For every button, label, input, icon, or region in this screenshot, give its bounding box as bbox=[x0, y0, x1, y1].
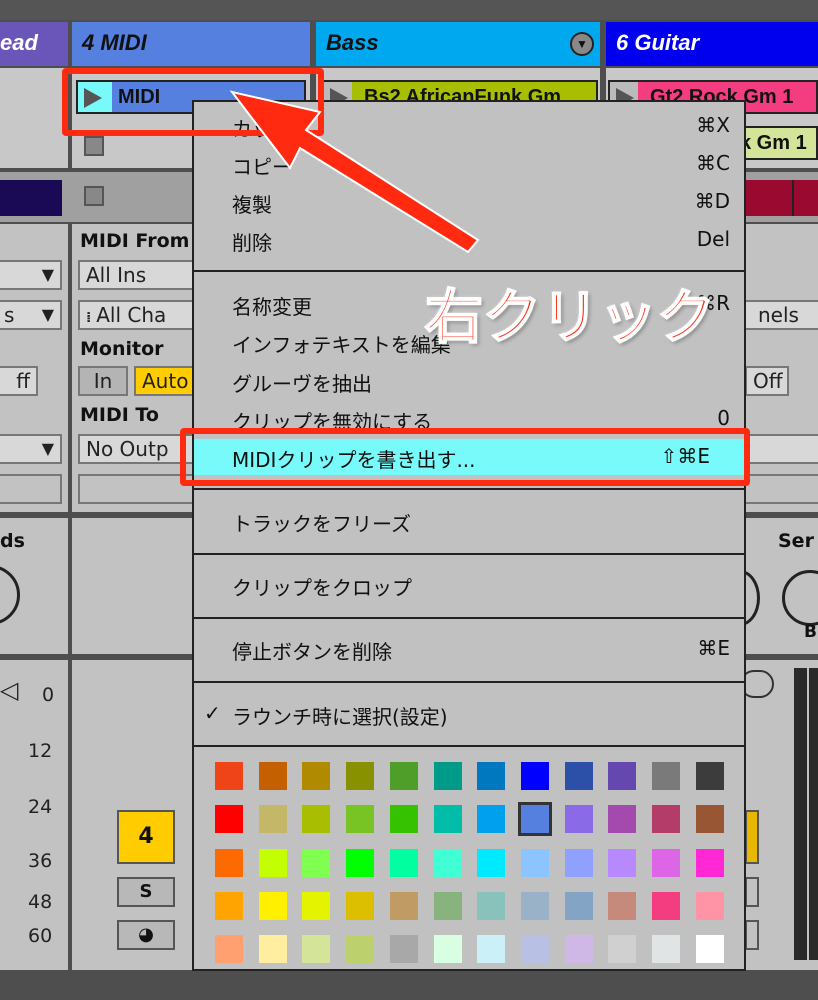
right-click-annotation: 右クリック bbox=[424, 282, 716, 352]
arrow-icon bbox=[229, 90, 480, 254]
